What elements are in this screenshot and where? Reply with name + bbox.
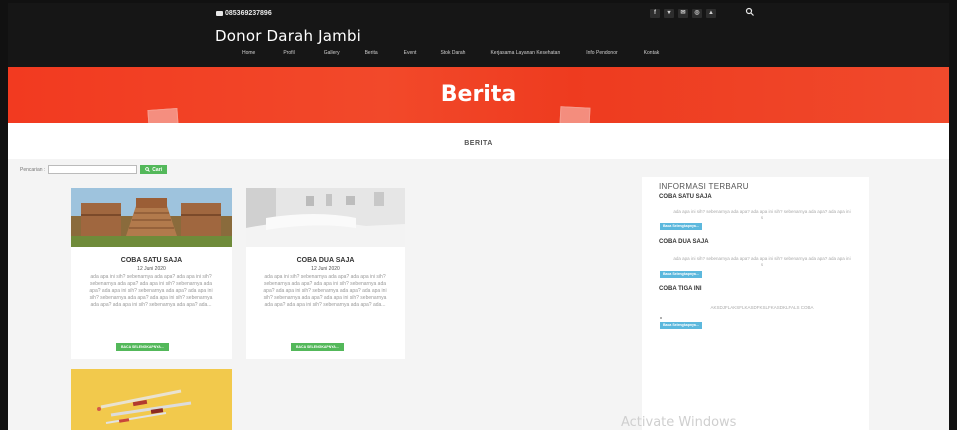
sidebar-post-title[interactable]: COBA DUA SAJA	[659, 239, 709, 245]
search-button-label: Cari	[152, 166, 163, 173]
post-card	[71, 369, 232, 430]
post-card: COBA SATU SAJA 12 Juni 2020 ada apa ini …	[71, 188, 232, 359]
post-title[interactable]: COBA SATU SAJA	[71, 257, 232, 264]
nav-kerjasama[interactable]: Kerjasama Layanan Kesehatan	[490, 50, 560, 56]
sidebar-post-text: AKSDJFLAKSFLKASDFKSLFKASDKLFALS COBA	[710, 305, 814, 310]
sidebar-post-title[interactable]: COBA SATU SAJA	[659, 194, 712, 200]
post-image[interactable]	[71, 188, 232, 247]
read-more-button[interactable]: BACA SELENGKAPNYA...	[116, 343, 169, 351]
activate-windows-watermark: Activate Windows	[621, 415, 737, 430]
post-image[interactable]	[71, 369, 232, 430]
facebook-icon[interactable]: f	[650, 9, 660, 18]
nav-event[interactable]: Event	[404, 50, 417, 56]
instagram-icon[interactable]: ◎	[692, 9, 702, 18]
phone-icon	[216, 11, 223, 16]
nav-profil[interactable]: Profil	[283, 50, 294, 56]
read-more-button[interactable]: BACA SELENGKAPNYA...	[291, 343, 344, 351]
post-date: 12 Juni 2020	[137, 266, 166, 272]
phone-contact[interactable]: 085369237896	[216, 10, 272, 17]
nav-stok-darah[interactable]: Stok Darah	[440, 50, 465, 56]
page-banner: Berita	[8, 67, 949, 123]
sidebar-post-text: ada apa ini sih? sebenarnya ada apa? ada…	[673, 256, 851, 267]
main-content: Pencarian : Cari COBA SATU SAJA 12 Juni …	[8, 159, 949, 430]
site-header: 085369237896 f ▾ ✉ ◎ ▲ Donor Darah Jambi…	[8, 3, 949, 67]
main-navigation: Home Profil Gallery Berita Event Stok Da…	[242, 50, 659, 56]
sidebar-post-text: ada apa ini sih? sebenarnya ada apa? ada…	[673, 209, 851, 220]
post-image[interactable]	[246, 188, 405, 247]
sidebar-post-title[interactable]: COBA TIGA INI	[659, 286, 702, 292]
search-label: Pencarian :	[20, 166, 46, 173]
page: 085369237896 f ▾ ✉ ◎ ▲ Donor Darah Jambi…	[0, 0, 957, 430]
post-card: COBA DUA SAJA 12 Juni 2020 ada apa ini s…	[246, 188, 405, 359]
search-form: Pencarian : Cari	[20, 165, 168, 174]
nav-berita[interactable]: Berita	[365, 50, 378, 56]
social-links: f ▾ ✉ ◎ ▲	[650, 9, 716, 18]
site-title[interactable]: Donor Darah Jambi	[215, 27, 361, 45]
search-input[interactable]	[48, 165, 138, 174]
sidebar-read-more-button[interactable]: Baca Selengkapnya...	[660, 223, 702, 230]
sidebar-heading: INFORMASI TERBARU	[659, 182, 749, 191]
post-date: 12 Juni 2020	[311, 266, 340, 272]
post-excerpt: ada apa ini sih? sebenarnya ada apa? ada…	[89, 274, 213, 308]
twitter-icon[interactable]: ▾	[664, 9, 674, 18]
screen-bezel-left	[0, 0, 8, 430]
post-excerpt: ada apa ini sih? sebenarnya ada apa? ada…	[263, 274, 387, 308]
post-title[interactable]: COBA DUA SAJA	[246, 257, 405, 264]
section-heading-bar: BERITA	[8, 123, 949, 159]
sidebar-read-more-button[interactable]: Baca Selengkapnya...	[660, 322, 702, 329]
email-icon[interactable]: ✉	[678, 9, 688, 18]
screen-bezel-right	[949, 0, 957, 430]
phone-number: 085369237896	[225, 10, 272, 17]
section-heading: BERITA	[464, 140, 493, 147]
nav-home[interactable]: Home	[242, 50, 255, 56]
nav-info-pendonor[interactable]: Info Pendonor	[586, 50, 617, 56]
blood-bag-decoration	[559, 106, 591, 123]
latest-info-sidebar: INFORMASI TERBARU COBA SATU SAJA ada apa…	[642, 177, 869, 430]
android-icon[interactable]: ▲	[706, 9, 716, 18]
banner-title: Berita	[440, 82, 517, 107]
blood-bag-decoration	[147, 107, 179, 123]
nav-kontak[interactable]: Kontak	[644, 50, 660, 56]
sidebar-read-more-button[interactable]: Baca Selengkapnya...	[660, 271, 702, 278]
bullet-dot	[660, 317, 662, 319]
search-icon[interactable]	[745, 7, 755, 17]
nav-gallery[interactable]: Gallery	[324, 50, 340, 56]
search-icon	[145, 167, 151, 172]
search-button[interactable]: Cari	[140, 165, 168, 174]
